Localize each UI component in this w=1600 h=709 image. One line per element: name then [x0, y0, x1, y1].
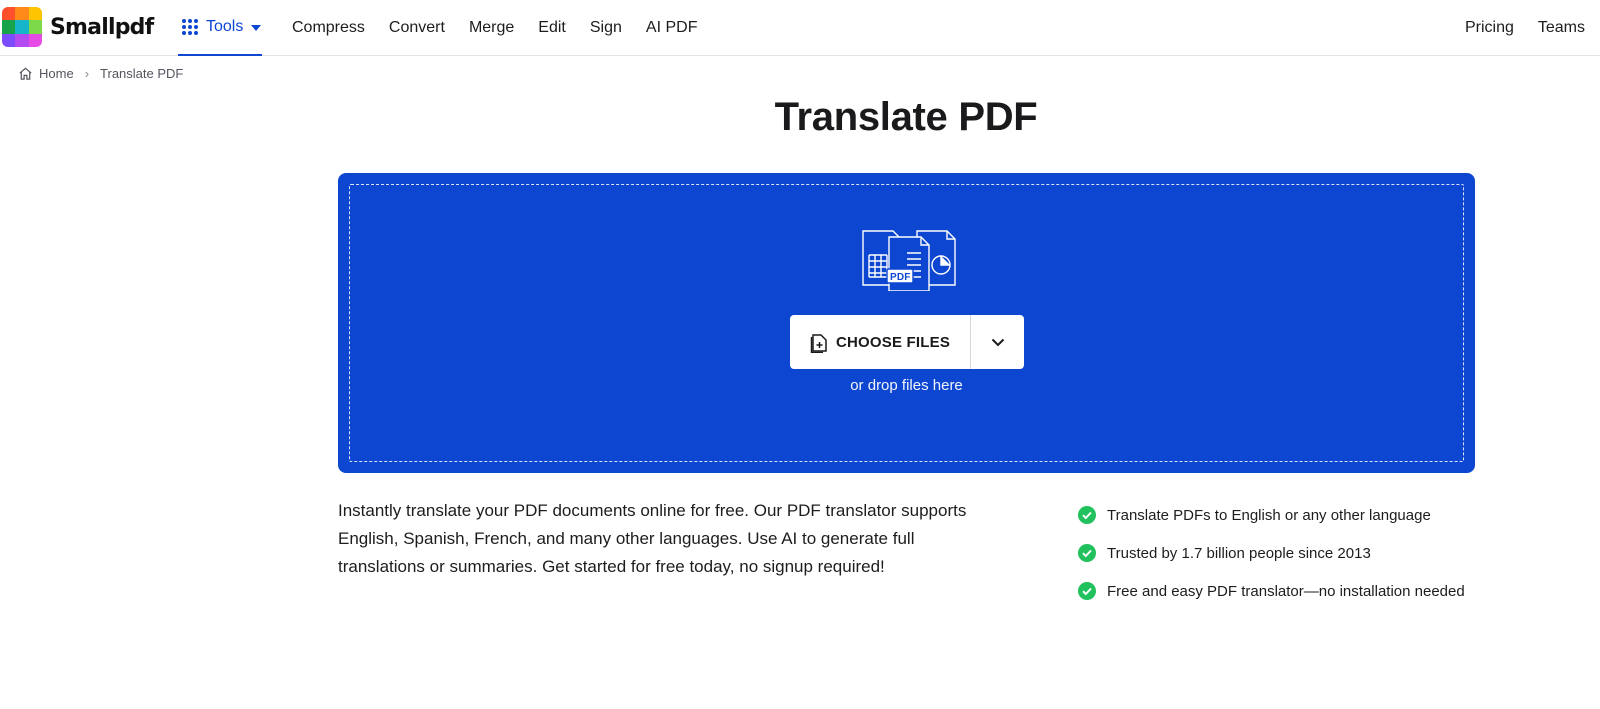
feature-text: Trusted by 1.7 billion people since 2013: [1107, 544, 1371, 562]
feature-text: Translate PDFs to English or any other l…: [1107, 506, 1431, 524]
nav-teams[interactable]: Teams: [1538, 19, 1585, 37]
tools-label: Tools: [206, 18, 244, 35]
brand-name: Smallpdf: [50, 14, 154, 40]
nav-sign[interactable]: Sign: [590, 19, 622, 37]
top-navigation-bar: Smallpdf Tools Compress Convert Merge Ed…: [0, 0, 1600, 56]
nav-compress[interactable]: Compress: [292, 19, 365, 37]
tools-menu-button[interactable]: Tools: [178, 0, 262, 56]
drop-files-hint: or drop files here: [850, 377, 963, 394]
choose-files-label: CHOOSE FILES: [835, 333, 951, 351]
file-dropzone[interactable]: PDF CHOOSE FILES or drop files here: [338, 173, 1475, 473]
check-circle-icon: [1078, 582, 1096, 600]
breadcrumb-current: Translate PDF: [100, 66, 184, 81]
nav-edit[interactable]: Edit: [538, 19, 566, 37]
check-circle-icon: [1078, 544, 1096, 562]
nav-merge[interactable]: Merge: [469, 19, 514, 37]
nav-convert[interactable]: Convert: [389, 19, 445, 37]
pdf-badge-text: PDF: [890, 272, 911, 283]
feature-item: Trusted by 1.7 billion people since 2013: [1078, 533, 1465, 573]
nav-ai-pdf[interactable]: AI PDF: [646, 19, 698, 37]
breadcrumb-home[interactable]: Home: [39, 66, 74, 81]
chevron-down-icon: [991, 338, 1004, 346]
tool-description: Instantly translate your PDF documents o…: [338, 501, 967, 576]
home-icon: [19, 67, 32, 80]
feature-item: Translate PDFs to English or any other l…: [1078, 495, 1465, 535]
main-nav: Compress Convert Merge Edit Sign AI PDF: [292, 0, 697, 56]
breadcrumb-separator: ›: [84, 66, 90, 81]
caret-down-icon: [251, 25, 262, 31]
smallpdf-logo-icon: [2, 7, 42, 47]
choose-source-dropdown[interactable]: [971, 315, 1024, 369]
choose-files-button[interactable]: CHOOSE FILES: [790, 315, 970, 369]
grid-dots-icon: [182, 19, 198, 35]
breadcrumb: Home › Translate PDF: [18, 66, 183, 81]
nav-pricing[interactable]: Pricing: [1465, 19, 1514, 37]
feature-text: Free and easy PDF translator—no installa…: [1107, 582, 1465, 600]
smallpdf-logo[interactable]: Smallpdf: [2, 7, 154, 47]
file-add-icon: [810, 334, 827, 353]
check-circle-icon: [1078, 506, 1096, 524]
choose-files-button-group: CHOOSE FILES: [790, 315, 1024, 369]
feature-list: Translate PDFs to English or any other l…: [1078, 497, 1465, 611]
page-title: Translate PDF: [774, 95, 1038, 139]
feature-item: Free and easy PDF translator—no installa…: [1078, 571, 1465, 611]
right-nav: Pricing Teams: [1465, 0, 1585, 56]
